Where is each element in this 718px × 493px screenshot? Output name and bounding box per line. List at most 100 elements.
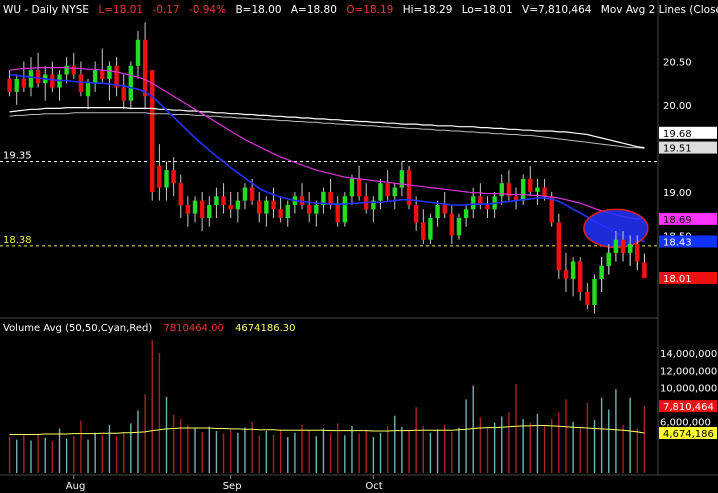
candle-body [199,200,205,218]
time-tick-label: Oct [365,481,382,492]
candle-body [378,183,383,201]
candle-body [14,78,19,92]
candle-body [335,204,340,223]
header-change-pct: -0.94% [189,4,226,16]
candle-body [164,170,169,188]
candle-body [428,218,433,240]
candle-body [435,204,440,218]
candle-body [563,270,569,279]
header-low: Lo=18.01 [462,4,513,16]
candle-body [264,200,269,214]
header-change: -0.17 [152,4,179,16]
price-tick-label: 19.00 [663,188,692,199]
level-label: 19.35 [3,150,32,161]
candle-body [599,265,604,279]
volume-header-avg: 4674186.30 [235,323,295,334]
candle-body [207,204,212,218]
candle-body [235,200,241,210]
candle-body [150,70,155,192]
candle-body [28,70,34,88]
candle-body [7,78,12,92]
candle-body [135,39,141,66]
candle-body [71,65,76,75]
candle-body [471,196,476,210]
price-tag-label: 18.43 [663,237,692,248]
level-label: 18.38 [3,235,32,246]
header-open: O=18.19 [346,4,393,16]
candle-body [21,78,27,88]
candle-body [142,39,148,97]
candle-body [35,70,41,84]
candle-body [100,70,105,79]
price-tag-label: 18.01 [663,274,692,285]
candle-body [413,204,419,223]
candle-body [85,83,91,97]
candle-body [528,178,533,192]
candle-body [192,200,198,214]
candle-body [356,178,362,197]
candle-body [328,191,333,205]
candle-body [620,239,626,253]
candle-body [128,65,134,101]
volume-tick-label: 6,000,000 [660,418,711,429]
candle-body [606,252,611,266]
header-line: WU - Daily NYSE L=18.01 -0.17 -0.94% B=1… [3,4,718,16]
header-high: Hi=18.29 [403,4,453,16]
candle-body [556,222,562,271]
candle-body [278,209,283,218]
candle-body [314,204,319,214]
candle-body [221,196,226,205]
volume-header-label: Volume Avg (50,50,Cyan,Red) [3,323,152,334]
candle-body [442,204,447,214]
volume-header-value: 7810464.00 [163,323,223,334]
candle-body [399,170,405,188]
candle-body [449,213,455,236]
header-ask: A=18.80 [291,4,337,16]
candle-body [157,165,162,188]
candle-body [50,74,55,88]
candle-body [627,244,633,253]
candle-body [171,170,176,184]
candle-body [306,204,312,214]
header-study: Mov Avg 2 Lines (Close,20 [601,4,718,16]
price-tag-label: 19.51 [663,144,692,155]
candle-body [242,187,248,201]
header-bid: B=18.00 [235,4,281,16]
candle-body [635,244,640,262]
volume-tick-label: 10,000,000 [660,383,717,394]
header-last: L=18.01 [98,4,143,16]
candle-body [178,183,183,205]
candle-body [485,204,490,210]
header-symbol: WU - Daily NYSE [3,4,89,16]
price-tag-label: 19.68 [663,129,692,140]
candle-body [535,187,540,192]
candle-body [249,187,255,201]
candle-body [456,218,462,236]
candle-body [121,87,126,101]
candle-body [392,187,397,197]
candle-body [107,65,112,79]
candle-body [542,187,547,197]
price-tag-label: 18.69 [663,215,692,226]
candle-body [78,74,84,92]
candle-body [214,196,219,205]
candle-body [385,183,390,197]
volume-tag-label: 7,810,464 [663,402,714,413]
candle-body [463,209,469,218]
stock-chart[interactable]: WU - Daily NYSE L=18.01 -0.17 -0.94% B=1… [0,0,718,493]
candle-body [613,239,619,253]
price-tick-label: 20.50 [663,57,692,68]
candle-body [92,70,98,84]
volume-tick-label: 14,000,000 [660,349,717,360]
candle-body [285,204,290,218]
candle-body [228,204,233,210]
candle-body [585,291,590,305]
time-tick-label: Aug [66,481,86,492]
header-volume: V=7,810,464 [522,4,592,16]
candle-body [421,222,426,240]
candle-body [570,261,576,279]
candle-body [578,261,583,292]
candle-body [257,200,262,214]
price-tick-label: 20.00 [663,101,692,112]
candle-body [592,278,597,305]
